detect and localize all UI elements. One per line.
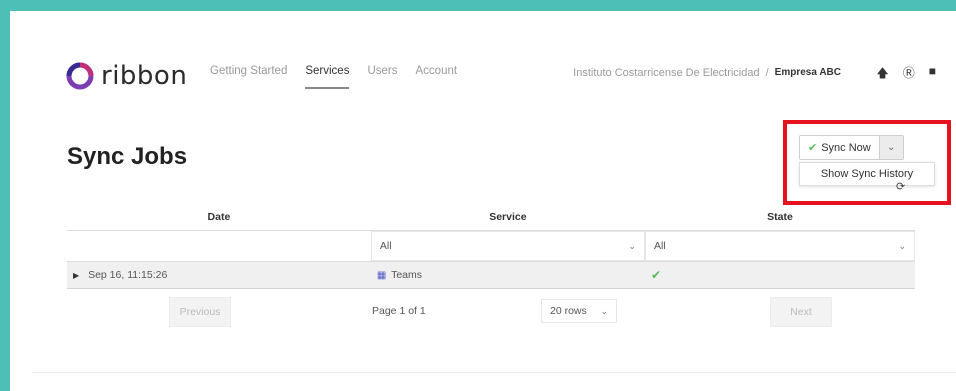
page-info: Page 1 of 1	[372, 305, 426, 317]
state-filter-select[interactable]: All ⌄	[644, 231, 915, 261]
pagination: Previous Page 1 of 1 20 rows ⌄ Next	[67, 294, 915, 334]
state-filter-cell: All ⌄	[644, 230, 915, 262]
chevron-down-icon: ⌄	[898, 240, 906, 251]
ribbon-logo-icon	[66, 62, 94, 90]
row-service: Teams	[391, 269, 422, 281]
app-window: ribbon Getting Started Services Users Ac…	[10, 11, 956, 391]
tenant-name[interactable]: Empresa ABC	[775, 67, 841, 79]
rows-per-page-select[interactable]: 20 rows ⌄	[541, 299, 617, 323]
table-row[interactable]: ▶ Sep 16, 11:15:26 ▦ Teams ✔	[67, 261, 915, 289]
state-filter-value: All	[653, 240, 666, 252]
date-cell: ▶ Sep 16, 11:15:26	[67, 261, 371, 289]
user-icon[interactable]: ■	[929, 64, 936, 85]
expand-row-icon[interactable]: ▶	[73, 271, 79, 280]
breadcrumb: Instituto Costarricense De Electricidad …	[573, 67, 841, 79]
tab-account[interactable]: Account	[416, 65, 458, 89]
teams-icon: ▦	[376, 270, 387, 281]
chevron-down-icon: ⌄	[628, 240, 636, 251]
tab-users[interactable]: Users	[367, 65, 397, 89]
column-header-state[interactable]: State	[644, 204, 915, 231]
date-filter-cell	[67, 230, 371, 262]
service-cell: ▦ Teams	[370, 261, 645, 289]
filter-row: All ⌄ All ⌄	[67, 230, 915, 262]
breadcrumb-separator: /	[765, 67, 769, 79]
service-filter-value: All	[379, 240, 392, 252]
upload-icon[interactable]: 🡅	[876, 64, 888, 85]
top-navigation: ribbon Getting Started Services Users Ac…	[10, 11, 956, 131]
main-nav-tabs: Getting Started Services Users Account	[210, 65, 475, 89]
success-check-icon: ✔	[650, 268, 661, 282]
column-header-date[interactable]: Date	[67, 204, 371, 231]
rows-per-page-value: 20 rows	[550, 305, 587, 317]
ribbon-logo[interactable]: ribbon	[65, 61, 187, 91]
service-filter-cell: All ⌄	[370, 230, 645, 262]
chevron-down-icon: ⌄	[600, 305, 608, 316]
annotation-highlight-box	[783, 120, 951, 205]
column-header-service[interactable]: Service	[370, 204, 645, 231]
header-icons: 🡅 Ⓡ ■	[876, 64, 936, 85]
state-cell: ✔	[644, 261, 915, 289]
tab-services[interactable]: Services	[305, 65, 350, 89]
service-filter-select[interactable]: All ⌄	[370, 231, 645, 261]
help-icon[interactable]: Ⓡ	[903, 64, 915, 85]
next-button[interactable]: Next	[770, 297, 832, 327]
logo-text: ribbon	[101, 61, 188, 91]
page-title: Sync Jobs	[67, 143, 188, 170]
tab-getting-started[interactable]: Getting Started	[210, 65, 287, 89]
previous-button[interactable]: Previous	[169, 297, 231, 327]
sync-jobs-table: Date Service State All ⌄ All ⌄ ▶ Sep 16,…	[67, 204, 915, 289]
refresh-icon[interactable]: ⟳	[896, 180, 905, 193]
organization-name[interactable]: Instituto Costarricense De Electricidad	[573, 67, 759, 79]
footer-divider	[32, 372, 956, 373]
row-date: Sep 16, 11:15:26	[88, 269, 168, 281]
